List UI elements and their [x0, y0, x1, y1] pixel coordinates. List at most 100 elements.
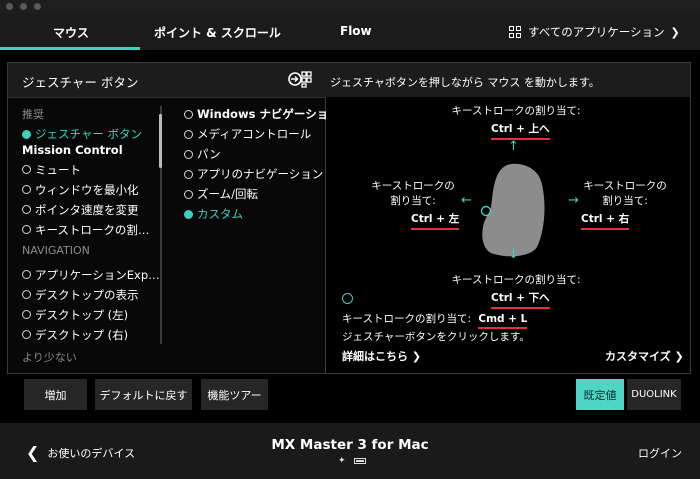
- device-status-icons: ✦: [338, 456, 366, 466]
- radio-icon: [184, 149, 193, 159]
- gesture-diagram: キーストロークの割り当て: Ctrl + 上へ ↑ キーストロークの 割り当て:…: [327, 97, 690, 373]
- radio-icon: [22, 290, 31, 299]
- radio-icon: [22, 185, 31, 194]
- radio-selected-icon: [184, 209, 193, 219]
- right-caption-1: キーストロークの: [583, 180, 667, 192]
- radio-icon: [184, 189, 193, 199]
- chevron-right-icon: ❯: [411, 350, 422, 363]
- radio-icon: [22, 270, 31, 279]
- action-list-secondary: Windows ナビゲーション メディアコントロール パン アプリのナビゲーショ…: [184, 104, 340, 224]
- right-caption-2: 割り当て:: [602, 195, 648, 207]
- window-titlebar: [0, 0, 700, 14]
- minimize-window-icon[interactable]: [20, 3, 27, 10]
- click-key-assignment[interactable]: Cmd + L: [478, 313, 528, 329]
- gesture-button-marker: [480, 205, 492, 217]
- click-description: ジェスチャーボタンをクリックします。: [342, 331, 530, 343]
- list-scrollbar-thumb[interactable]: [159, 114, 162, 168]
- option-label: ズーム/回転: [197, 187, 259, 201]
- option-label: キーストロークの割…: [35, 222, 150, 237]
- click-caption: キーストロークの割り当て:: [342, 313, 472, 325]
- option-label: ウィンドウを最小化: [35, 182, 139, 197]
- app-selector-label: すべてのアプリケーション: [528, 25, 665, 39]
- left-caption-1: キーストロークの: [371, 180, 455, 192]
- tab-point-scroll[interactable]: ポイント & スクロール: [154, 24, 281, 41]
- option-label: アプリケーションExp…: [35, 267, 160, 282]
- tab-flow[interactable]: Flow: [340, 24, 372, 38]
- option-zoom-rotate[interactable]: ズーム/回転: [184, 184, 326, 204]
- option-custom[interactable]: カスタム: [184, 204, 326, 224]
- customize-link-label: カスタマイズ: [605, 350, 671, 363]
- option-label: デスクトップ (右): [35, 327, 129, 342]
- option-pointer-speed[interactable]: ポインタ速度を変更: [22, 200, 162, 220]
- login-link[interactable]: ログイン: [638, 445, 682, 461]
- default-button[interactable]: 既定値: [576, 379, 624, 410]
- radio-icon: [22, 165, 31, 174]
- option-label: デスクトップの表示: [35, 287, 139, 302]
- zoom-window-icon[interactable]: [34, 3, 41, 10]
- option-desktop-right[interactable]: デスクトップ (右): [22, 325, 162, 345]
- option-keystroke-assign[interactable]: キーストロークの割…: [22, 220, 162, 240]
- mouse-illustration: [480, 163, 545, 257]
- panel-title: ジェスチャー ボタン: [22, 75, 139, 90]
- option-minimize-window[interactable]: ウィンドウを最小化: [22, 180, 162, 200]
- option-pan[interactable]: パン: [184, 144, 326, 164]
- left-caption-2: 割り当て:: [390, 195, 436, 207]
- action-list-area: 推奨 ジェスチャー ボタン Mission Control ミュート ウィンドウ…: [8, 97, 340, 373]
- battery-icon: [353, 458, 366, 464]
- option-app-expose[interactable]: アプリケーションExp…: [22, 265, 162, 285]
- active-tab-indicator: [0, 47, 140, 50]
- option-mission-control[interactable]: Mission Control: [22, 140, 162, 160]
- device-status-bar: ❮ お使いのデバイス MX Master 3 for Mac ✦ ログイン: [0, 423, 700, 479]
- up-caption: キーストロークの割り当て:: [451, 105, 581, 117]
- option-label: ポインタ速度を変更: [35, 202, 139, 217]
- top-tab-bar: マウス ポイント & スクロール Flow すべてのアプリケーション ❯: [0, 14, 700, 50]
- section-navigation: NAVIGATION: [22, 243, 90, 257]
- option-label: Windows ナビゲーション: [197, 107, 340, 121]
- details-link-label: 詳細はこちら: [342, 350, 408, 363]
- customize-link[interactable]: カスタマイズ ❯: [605, 348, 684, 364]
- option-mute[interactable]: ミュート: [22, 160, 162, 180]
- up-key-assignment[interactable]: Ctrl + 上へ: [491, 121, 550, 140]
- add-button[interactable]: 増加: [24, 379, 87, 410]
- arrow-right-icon: →: [568, 193, 579, 208]
- grid-icon: [509, 25, 522, 39]
- app-selector-dropdown[interactable]: すべてのアプリケーション ❯: [509, 23, 680, 41]
- tab-mouse[interactable]: マウス: [53, 24, 89, 41]
- restore-defaults-button[interactable]: デフォルトに戻す: [95, 379, 192, 410]
- chevron-right-icon: ❯: [674, 350, 684, 363]
- radio-selected-icon: [22, 129, 31, 139]
- action-list-primary: 推奨 ジェスチャー ボタン Mission Control ミュート ウィンドウ…: [22, 106, 162, 365]
- option-app-navigation[interactable]: アプリのナビゲーション: [184, 164, 326, 184]
- panel-header: ジェスチャー ボタン ジェスチャボタンを押しながら マウス を動かします。: [8, 63, 690, 97]
- option-label: デスクトップ (左): [35, 307, 129, 322]
- option-windows-navigation[interactable]: Windows ナビゲーション: [184, 104, 340, 124]
- click-caption-row: キーストロークの割り当て: Cmd + L: [342, 311, 528, 329]
- arrow-up-icon: ↑: [508, 139, 519, 154]
- option-media-control[interactable]: メディアコントロール: [184, 124, 326, 144]
- radio-icon: [22, 310, 31, 319]
- details-link[interactable]: 詳細はこちら ❯: [342, 348, 421, 364]
- radio-icon: [22, 225, 31, 234]
- radio-icon: [184, 109, 193, 119]
- right-key-assignment[interactable]: Ctrl + 右: [581, 211, 630, 230]
- radio-icon: [184, 169, 193, 179]
- feature-tour-button[interactable]: 機能ツアー: [201, 379, 268, 410]
- option-label: カスタム: [197, 207, 243, 221]
- show-less-link[interactable]: より少ない: [22, 349, 162, 365]
- click-action-marker-icon: [342, 293, 353, 304]
- gesture-button-icon: [288, 71, 312, 88]
- option-gesture-button[interactable]: ジェスチャー ボタン: [22, 124, 162, 144]
- duolink-button[interactable]: DUOLINK: [627, 379, 681, 410]
- option-desktop-left[interactable]: デスクトップ (左): [22, 305, 162, 325]
- option-show-desktop[interactable]: デスクトップの表示: [22, 285, 162, 305]
- gesture-settings-panel: ジェスチャー ボタン ジェスチャボタンを押しながら マウス を動かします。 推奨…: [7, 62, 691, 374]
- radio-icon: [22, 205, 31, 214]
- down-key-assignment[interactable]: Ctrl + 下へ: [491, 290, 550, 309]
- option-label: メディアコントロール: [197, 127, 312, 141]
- chevron-down-icon: ❯: [670, 25, 680, 39]
- bluetooth-icon: ✦: [338, 456, 346, 466]
- option-label: アプリのナビゲーション: [197, 167, 324, 181]
- arrow-left-icon: ←: [461, 193, 472, 208]
- left-key-assignment[interactable]: Ctrl + 左: [411, 211, 460, 230]
- close-window-icon[interactable]: [6, 3, 13, 10]
